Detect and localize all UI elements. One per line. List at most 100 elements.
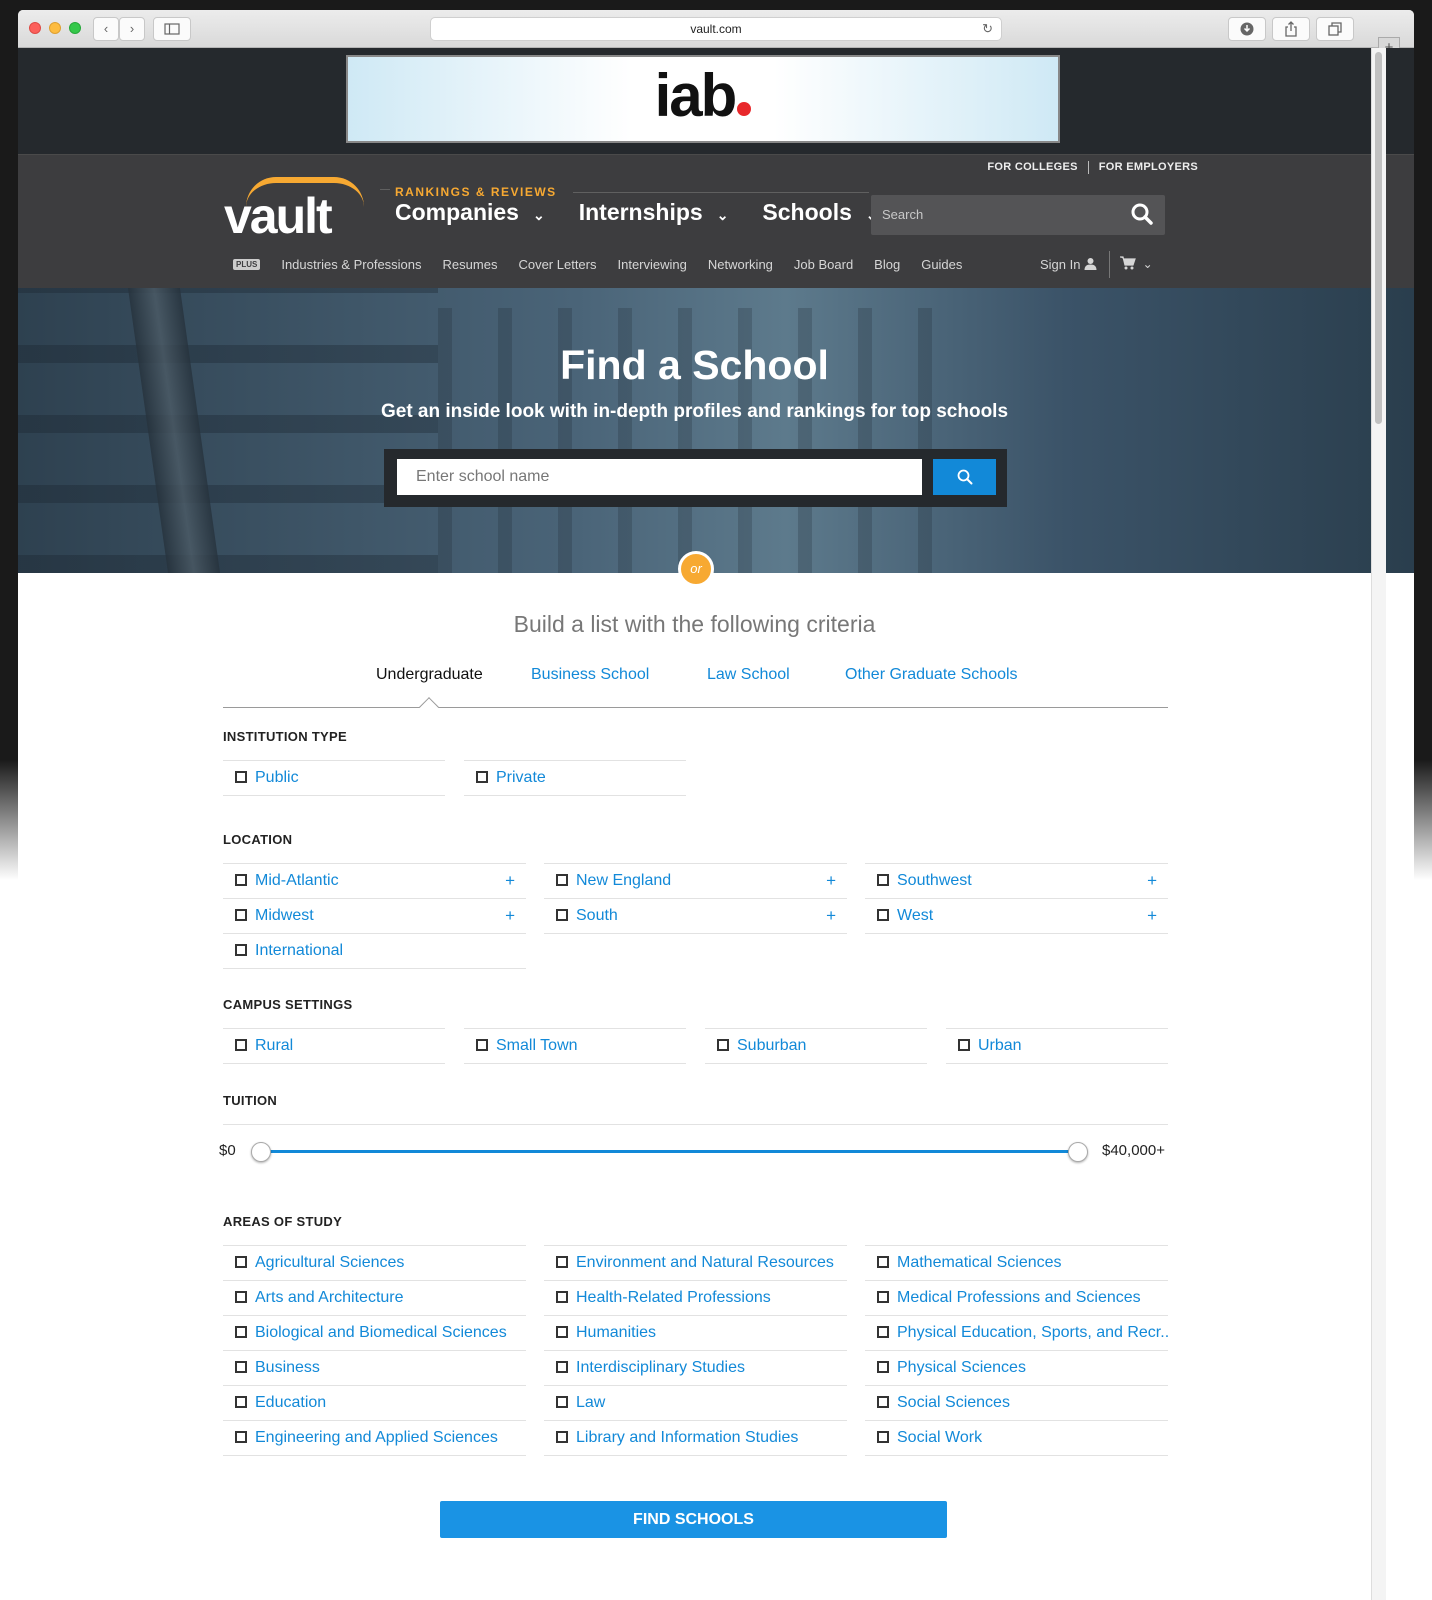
tuition-max-handle[interactable] — [1068, 1142, 1088, 1162]
close-window-button[interactable] — [29, 22, 41, 34]
subnav-job-board[interactable]: Job Board — [794, 257, 853, 272]
scrollbar-thumb[interactable] — [1375, 52, 1382, 424]
hero-title: Find a School — [560, 342, 829, 388]
checkbox-icon — [877, 1431, 889, 1443]
option-label: Library and Information Studies — [576, 1429, 799, 1446]
nav-companies[interactable]: Companies ⌄ — [395, 199, 569, 225]
ad-banner[interactable]: iab — [346, 55, 1060, 143]
checkbox-suburban[interactable]: Suburban — [705, 1028, 927, 1064]
option-label: Interdisciplinary Studies — [576, 1359, 745, 1376]
checkbox-area-of-study[interactable]: Biological and Biomedical Sciences — [223, 1315, 526, 1351]
subnav-resumes[interactable]: Resumes — [443, 257, 498, 272]
option-label: Health-Related Professions — [576, 1289, 771, 1306]
section-heading: AREAS OF STUDY — [223, 1214, 343, 1229]
share-button[interactable] — [1272, 17, 1310, 41]
expand-plus-icon[interactable]: + — [1147, 906, 1157, 926]
subnav-guides[interactable]: Guides — [921, 257, 962, 272]
tuition-min-handle[interactable] — [251, 1142, 271, 1162]
checkbox-small-town[interactable]: Small Town — [464, 1028, 686, 1064]
checkbox-icon — [556, 1361, 568, 1373]
subnav-industries[interactable]: Industries & Professions — [281, 257, 421, 272]
checkbox-area-of-study[interactable]: Physical Sciences — [865, 1350, 1168, 1386]
sub-nav: PLUS Industries & Professions Resumes Cover… — [233, 257, 983, 272]
header-search-input[interactable]: Search — [882, 207, 923, 222]
search-icon[interactable] — [1131, 203, 1153, 225]
checkbox-area-of-study[interactable]: Law — [544, 1385, 847, 1421]
checkbox-south[interactable]: South + — [544, 898, 847, 934]
subnav-blog[interactable]: Blog — [874, 257, 900, 272]
checkbox-area-of-study[interactable]: Health-Related Professions — [544, 1280, 847, 1316]
expand-plus-icon[interactable]: + — [505, 906, 515, 926]
tab-other-graduate-schools[interactable]: Other Graduate Schools — [845, 666, 1018, 684]
checkbox-area-of-study[interactable]: Business — [223, 1350, 526, 1386]
for-employers-link[interactable]: FOR EMPLOYERS — [1089, 161, 1208, 173]
forward-button[interactable]: › — [119, 17, 145, 41]
reload-icon[interactable]: ↻ — [982, 18, 993, 40]
hero-section: Find a School Get an inside look with in… — [18, 288, 1414, 587]
nav-internships[interactable]: Internships ⌄ — [579, 199, 753, 225]
checkbox-area-of-study[interactable]: Library and Information Studies — [544, 1420, 847, 1456]
checkbox-urban[interactable]: Urban — [946, 1028, 1168, 1064]
checkbox-new-england[interactable]: New England + — [544, 863, 847, 899]
tab-business-school[interactable]: Business School — [531, 666, 649, 684]
vault-logo[interactable]: vault — [224, 173, 374, 244]
option-label: Education — [255, 1394, 327, 1411]
back-button[interactable]: ‹ — [93, 17, 119, 41]
sidebar-toggle-button[interactable] — [153, 17, 191, 41]
checkbox-area-of-study[interactable]: Agricultural Sciences — [223, 1245, 526, 1281]
ad-banner-area: iab — [18, 48, 1414, 154]
checkbox-area-of-study[interactable]: Humanities — [544, 1315, 847, 1351]
page-scrollbar[interactable] — [1371, 48, 1386, 1600]
checkbox-area-of-study[interactable]: Arts and Architecture — [223, 1280, 526, 1316]
tuition-slider-track[interactable] — [261, 1150, 1078, 1153]
downloads-button[interactable] — [1228, 17, 1266, 41]
checkbox-area-of-study[interactable]: Environment and Natural Resources — [544, 1245, 847, 1281]
subnav-networking[interactable]: Networking — [708, 257, 773, 272]
subnav-cover-letters[interactable]: Cover Letters — [518, 257, 596, 272]
school-name-input[interactable]: Enter school name — [397, 459, 922, 495]
checkbox-southwest[interactable]: Southwest + — [865, 863, 1168, 899]
checkbox-area-of-study[interactable]: Social Work — [865, 1420, 1168, 1456]
checkbox-public[interactable]: Public — [223, 760, 445, 796]
address-bar[interactable]: vault.com ↻ — [430, 17, 1002, 41]
option-label: Small Town — [496, 1037, 578, 1054]
expand-plus-icon[interactable]: + — [826, 871, 836, 891]
expand-plus-icon[interactable]: + — [505, 871, 515, 891]
cart-button[interactable]: ⌄ — [1120, 256, 1153, 271]
checkbox-icon — [235, 1039, 247, 1051]
checkbox-icon — [235, 1396, 247, 1408]
checkbox-mid-atlantic[interactable]: Mid-Atlantic + — [223, 863, 526, 899]
subnav-interviewing[interactable]: Interviewing — [618, 257, 687, 272]
checkbox-area-of-study[interactable]: Engineering and Applied Sciences — [223, 1420, 526, 1456]
checkbox-international[interactable]: International — [223, 933, 526, 969]
checkbox-area-of-study[interactable]: Social Sciences — [865, 1385, 1168, 1421]
checkbox-area-of-study[interactable]: Interdisciplinary Studies — [544, 1350, 847, 1386]
url-text: vault.com — [690, 22, 742, 36]
option-label: Biological and Biomedical Sciences — [255, 1324, 507, 1341]
checkbox-area-of-study[interactable]: Physical Education, Sports, and Recr... — [865, 1315, 1168, 1351]
header-search[interactable]: Search — [871, 195, 1165, 235]
checkbox-icon — [877, 874, 889, 886]
for-colleges-link[interactable]: FOR COLLEGES — [977, 161, 1087, 173]
tab-law-school[interactable]: Law School — [707, 666, 790, 684]
expand-plus-icon[interactable]: + — [1147, 871, 1157, 891]
checkbox-midwest[interactable]: Midwest + — [223, 898, 526, 934]
share-icon — [1285, 21, 1297, 37]
checkbox-area-of-study[interactable]: Education — [223, 1385, 526, 1421]
expand-plus-icon[interactable]: + — [826, 906, 836, 926]
checkbox-area-of-study[interactable]: Medical Professions and Sciences — [865, 1280, 1168, 1316]
checkbox-icon — [556, 874, 568, 886]
criteria-title: Build a list with the following criteria — [513, 611, 876, 637]
zoom-window-button[interactable] — [69, 22, 81, 34]
tabs-overview-button[interactable] — [1316, 17, 1354, 41]
checkbox-private[interactable]: Private — [464, 760, 686, 796]
checkbox-west[interactable]: West + — [865, 898, 1168, 934]
sidebar-icon — [164, 23, 180, 35]
minimize-window-button[interactable] — [49, 22, 61, 34]
checkbox-rural[interactable]: Rural — [223, 1028, 445, 1064]
checkbox-area-of-study[interactable]: Mathematical Sciences — [865, 1245, 1168, 1281]
sign-in-link[interactable]: Sign In — [1040, 257, 1097, 272]
school-search-button[interactable] — [933, 459, 996, 495]
find-schools-button[interactable]: FIND SCHOOLS — [440, 1501, 947, 1538]
tab-undergraduate[interactable]: Undergraduate — [376, 666, 483, 684]
